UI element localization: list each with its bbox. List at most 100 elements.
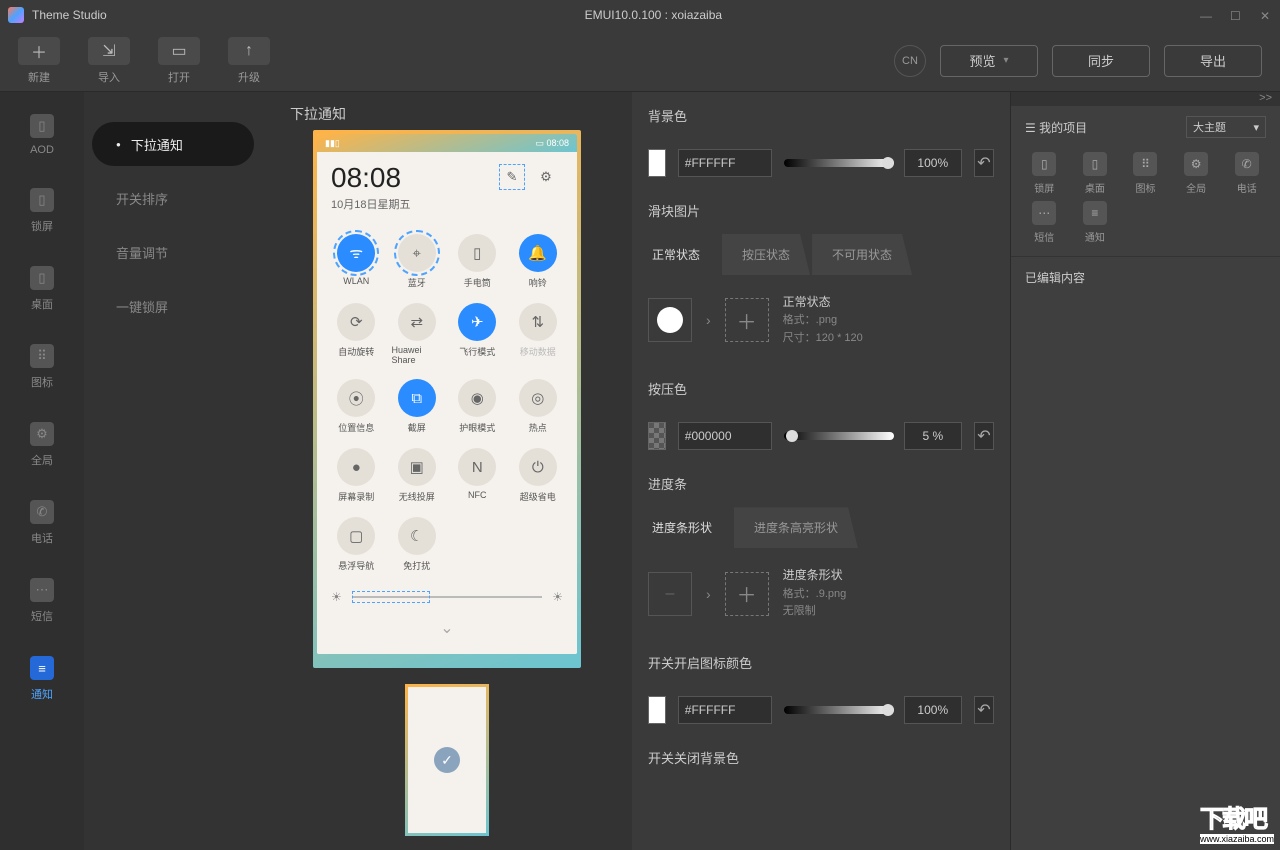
- tab-pressed-state[interactable]: 按压状态: [722, 234, 810, 275]
- progress-asset-size: 无限制: [783, 603, 847, 621]
- upgrade-button[interactable]: ↑升级: [228, 37, 270, 85]
- qs-float[interactable]: ▢悬浮导航: [331, 517, 382, 572]
- qs-airplane[interactable]: ✈飞行模式: [452, 303, 503, 365]
- slide-asset-preview[interactable]: [648, 298, 692, 342]
- torch-icon: ▯: [458, 234, 496, 272]
- edit-icon[interactable]: ✎: [499, 164, 525, 190]
- nav-notify[interactable]: ≡通知: [30, 656, 54, 702]
- record-icon: ●: [337, 448, 375, 486]
- progress-asset-format: 格式：.9.png: [783, 586, 847, 604]
- proj-icons[interactable]: ⠿图标: [1122, 152, 1169, 195]
- progress-asset-preview[interactable]: –: [648, 572, 692, 616]
- nav-global[interactable]: ⚙全局: [30, 422, 54, 468]
- nav-sms[interactable]: ⋯短信: [30, 578, 54, 624]
- qs-hotspot[interactable]: ◎热点: [513, 379, 564, 434]
- progress-asset-name: 进度条形状: [783, 566, 847, 585]
- tab-progress-shape[interactable]: 进度条形状: [632, 507, 732, 548]
- icons-icon: ⠿: [30, 344, 54, 368]
- proj-notify[interactable]: ≡通知: [1072, 201, 1119, 244]
- open-button[interactable]: ▭打开: [158, 37, 200, 85]
- press-color-swatch[interactable]: [648, 422, 666, 450]
- bg-color-title: 背景色: [632, 92, 1010, 139]
- notify-icon: ≡: [1083, 201, 1107, 225]
- language-toggle[interactable]: CN: [894, 45, 926, 77]
- qs-eyecare[interactable]: ◉护眼模式: [452, 379, 503, 434]
- sub-volume[interactable]: 音量调节: [92, 230, 254, 274]
- close-button[interactable]: ✕: [1260, 9, 1272, 21]
- switch-on-opacity-value[interactable]: 100%: [904, 696, 962, 724]
- switch-on-undo-button[interactable]: ↶: [974, 696, 994, 724]
- proj-global[interactable]: ⚙全局: [1173, 152, 1220, 195]
- export-button[interactable]: 导出: [1164, 45, 1262, 77]
- nav-aod[interactable]: ▯AOD: [30, 114, 54, 156]
- qs-nfc[interactable]: NNFC: [452, 448, 503, 503]
- qs-screenshot[interactable]: ⧉截屏: [392, 379, 443, 434]
- tab-disabled-state[interactable]: 不可用状态: [812, 234, 912, 275]
- bg-opacity-slider[interactable]: [784, 159, 894, 167]
- sms-icon: ⋯: [30, 578, 54, 602]
- expand-button[interactable]: >>: [1259, 92, 1272, 106]
- brightness-slider[interactable]: ☀ ☀: [331, 590, 563, 604]
- qs-torch[interactable]: ▯手电筒: [452, 234, 503, 289]
- nav-desktop[interactable]: ▯桌面: [30, 266, 54, 312]
- chevron-down-icon: ▾: [1253, 121, 1259, 134]
- new-button[interactable]: ＋新建: [18, 37, 60, 85]
- press-color-hex-input[interactable]: [678, 422, 772, 450]
- qs-dnd[interactable]: ☾免打扰: [392, 517, 443, 572]
- press-opacity-value[interactable]: 5 %: [904, 422, 962, 450]
- bg-undo-button[interactable]: ↶: [974, 149, 994, 177]
- sub-pulldown[interactable]: 下拉通知: [92, 122, 254, 166]
- slide-asset-size: 尺寸：120 * 120: [783, 330, 863, 348]
- desktop-icon: ▯: [1083, 152, 1107, 176]
- slide-asset-format: 格式：.png: [783, 312, 863, 330]
- qs-rotate[interactable]: ⟳自动旋转: [331, 303, 382, 365]
- preview-thumbnail[interactable]: [405, 684, 489, 836]
- chevron-right-icon: ›: [706, 586, 711, 602]
- tab-progress-highlight[interactable]: 进度条高亮形状: [734, 507, 858, 548]
- minimize-button[interactable]: —: [1200, 9, 1212, 21]
- folder-icon: ▭: [158, 37, 200, 65]
- qs-battery[interactable]: ⏻超级省电: [513, 448, 564, 503]
- slide-asset-add-button[interactable]: ＋: [725, 298, 769, 342]
- document-title: EMUI10.0.100 : xoiazaiba: [107, 8, 1200, 22]
- proj-phone[interactable]: ✆电话: [1223, 152, 1270, 195]
- bg-color-swatch[interactable]: [648, 149, 666, 177]
- switch-on-opacity-slider[interactable]: [784, 706, 894, 714]
- switch-on-hex-input[interactable]: [678, 696, 772, 724]
- preview-button[interactable]: 预览: [940, 45, 1038, 77]
- project-type-select[interactable]: 大主题▾: [1186, 116, 1266, 138]
- sub-switch-order[interactable]: 开关排序: [92, 176, 254, 220]
- chevron-right-icon: ›: [706, 312, 711, 328]
- chevron-down-icon[interactable]: ⌄: [331, 618, 563, 638]
- bg-opacity-value[interactable]: 100%: [904, 149, 962, 177]
- nav-phone[interactable]: ✆电话: [30, 500, 54, 546]
- sub-onekey-lock[interactable]: 一键锁屏: [92, 284, 254, 328]
- switch-on-color-title: 开关开启图标颜色: [632, 639, 1010, 686]
- qs-wlan[interactable]: ᯤWLAN: [331, 234, 382, 289]
- nav-lock[interactable]: ▯锁屏: [30, 188, 54, 234]
- progress-asset-add-button[interactable]: ＋: [725, 572, 769, 616]
- qs-ring[interactable]: 🔔响铃: [513, 234, 564, 289]
- qs-data[interactable]: ⇅移动数据: [513, 303, 564, 365]
- settings-icon[interactable]: ⚙: [533, 164, 559, 190]
- gear-icon: ⚙: [1184, 152, 1208, 176]
- maximize-button[interactable]: ☐: [1230, 9, 1242, 21]
- proj-sms[interactable]: ⋯短信: [1021, 201, 1068, 244]
- qs-cast[interactable]: ▣无线投屏: [392, 448, 443, 503]
- sync-button[interactable]: 同步: [1052, 45, 1150, 77]
- press-opacity-slider[interactable]: [784, 432, 894, 440]
- proj-desktop[interactable]: ▯桌面: [1072, 152, 1119, 195]
- hotspot-icon: ◎: [519, 379, 557, 417]
- tab-normal-state[interactable]: 正常状态: [632, 234, 720, 275]
- qs-share[interactable]: ⇄Huawei Share: [392, 303, 443, 365]
- import-button[interactable]: ⇲导入: [88, 37, 130, 85]
- qs-location[interactable]: ⦿位置信息: [331, 379, 382, 434]
- nav-icons[interactable]: ⠿图标: [30, 344, 54, 390]
- left-nav: ▯AOD ▯锁屏 ▯桌面 ⠿图标 ⚙全局 ✆电话 ⋯短信 ≡通知: [0, 92, 84, 850]
- qs-bluetooth[interactable]: ⌖蓝牙: [392, 234, 443, 289]
- qs-record[interactable]: ●屏幕录制: [331, 448, 382, 503]
- proj-lock[interactable]: ▯锁屏: [1021, 152, 1068, 195]
- switch-on-swatch[interactable]: [648, 696, 666, 724]
- bg-color-hex-input[interactable]: [678, 149, 772, 177]
- press-undo-button[interactable]: ↶: [974, 422, 994, 450]
